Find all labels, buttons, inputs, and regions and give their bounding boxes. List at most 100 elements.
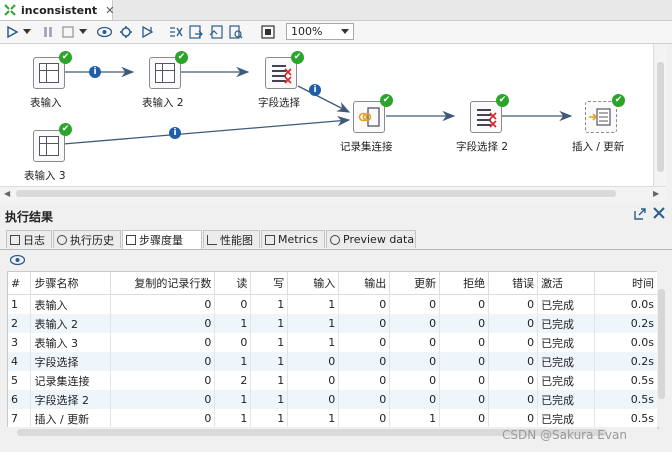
table-vertical-scrollbar[interactable]	[657, 271, 666, 427]
success-check-icon: ✔	[496, 94, 509, 107]
info-icon[interactable]: i	[309, 84, 321, 96]
table-cell: 0	[389, 314, 441, 333]
table-cell: 0	[338, 314, 391, 333]
column-header[interactable]: 更新	[389, 272, 441, 295]
column-header[interactable]: 错误	[488, 272, 539, 295]
table-row[interactable]: 5 记录集连接 0 2 1 0 0 0 0 0 已完成 0.5s	[8, 371, 658, 390]
tab-preview-data[interactable]: Preview data	[326, 230, 416, 248]
table-input-icon	[39, 136, 59, 156]
scroll-thumb[interactable]	[658, 289, 665, 399]
table-cell: 0.0s	[594, 294, 658, 314]
table-cell: 记录集连接	[30, 371, 112, 390]
success-check-icon: ✔	[59, 51, 72, 64]
canvas-horizontal-scrollbar[interactable]: ◀ ▶	[0, 186, 666, 201]
step-metrics-table: # 步骤名称 复制的记录行数 读 写 输入 输出 更新 拒绝 错误 激活 时间 …	[7, 271, 659, 429]
table-cell: 0.5s	[594, 409, 658, 428]
sql-icon[interactable]	[208, 24, 224, 40]
close-panel-icon[interactable]	[652, 206, 666, 224]
column-header[interactable]: 步骤名称	[30, 272, 112, 295]
step-table-input-3[interactable]	[33, 130, 65, 162]
step-select-values-2[interactable]	[470, 101, 502, 133]
results-title: 执行结果	[5, 210, 54, 224]
table-cell: 1	[250, 409, 289, 428]
stop-icon[interactable]	[60, 24, 76, 40]
close-tab-icon[interactable]: ✕	[105, 4, 114, 17]
table-row[interactable]: 2 表输入 2 0 1 1 1 0 0 0 0 已完成 0.2s	[8, 314, 658, 333]
table-cell: 0	[287, 371, 340, 390]
table-row[interactable]: 7 插入 / 更新 0 1 1 1 0 1 0 0 已完成 0.5s	[8, 409, 658, 428]
scroll-left-icon[interactable]: ◀	[4, 189, 10, 198]
verify-icon[interactable]	[168, 24, 184, 40]
column-header[interactable]: 写	[250, 272, 289, 295]
table-cell: 0	[488, 390, 539, 409]
info-icon[interactable]: i	[169, 127, 181, 139]
debug-icon[interactable]	[118, 24, 134, 40]
table-cell: 0	[389, 371, 441, 390]
scroll-right-icon[interactable]: ▶	[653, 189, 659, 198]
column-header[interactable]: #	[8, 272, 32, 295]
table-row[interactable]: 1 表输入 0 0 1 1 0 0 0 0 已完成 0.0s	[8, 294, 658, 314]
tab-log[interactable]: 日志	[6, 230, 52, 248]
table-cell: 2	[8, 314, 32, 333]
replay-icon[interactable]	[140, 24, 156, 40]
hop-4	[62, 115, 351, 145]
table-cell: 0	[110, 333, 216, 352]
column-header[interactable]: 拒绝	[439, 272, 490, 295]
table-cell: 插入 / 更新	[30, 409, 112, 428]
canvas-vertical-scrollbar[interactable]	[653, 44, 667, 186]
table-cell: 表输入 3	[30, 333, 112, 352]
table-cell: 0	[214, 333, 252, 352]
maximize-icon[interactable]	[633, 207, 647, 225]
table-cell: 0	[389, 390, 441, 409]
table-row[interactable]: 3 表输入 3 0 0 1 1 0 0 0 0 已完成 0.0s	[8, 333, 658, 352]
table-cell: 已完成	[537, 352, 596, 371]
zoom-select[interactable]: 100%	[286, 23, 354, 40]
tab-step-metrics[interactable]: 步骤度量	[122, 230, 202, 249]
table-cell: 0	[439, 294, 490, 314]
impact-icon[interactable]	[188, 24, 204, 40]
table-row[interactable]: 6 字段选择 2 0 1 1 0 0 0 0 0 已完成 0.5s	[8, 390, 658, 409]
table-cell: 1	[214, 409, 252, 428]
transformation-canvas[interactable]: i i i ✔ 表输入 ✔ 表输入 2 ✔ 字段选择 ✔ 表输入 3 ✔ 记录集…	[0, 44, 653, 186]
table-cell: 0	[488, 371, 539, 390]
table-cell: 1	[214, 314, 252, 333]
tab-performance-graph[interactable]: 性能图	[203, 230, 260, 248]
column-header[interactable]: 时间	[594, 272, 658, 295]
tab-metrics[interactable]: Metrics	[261, 230, 325, 248]
column-header[interactable]: 复制的记录行数	[110, 272, 216, 295]
scroll-thumb[interactable]	[16, 190, 616, 197]
stop-dropdown-icon[interactable]	[78, 24, 88, 40]
select-values-icon	[477, 109, 497, 128]
show-only-active-icon[interactable]	[9, 254, 26, 269]
tab-execution-history[interactable]: 执行历史	[53, 230, 121, 248]
pause-icon[interactable]	[40, 24, 56, 40]
run-dropdown-icon[interactable]	[22, 24, 32, 40]
table-cell: 1	[250, 352, 289, 371]
table-cell: 4	[8, 352, 32, 371]
table-cell: 0	[338, 333, 391, 352]
info-icon[interactable]: i	[89, 66, 101, 78]
column-header[interactable]: 输入	[287, 272, 340, 295]
tab-label: 执行历史	[70, 233, 114, 247]
step-merge-join[interactable]	[353, 101, 385, 133]
run-icon[interactable]	[4, 24, 20, 40]
preview-eye-icon	[330, 234, 340, 245]
scroll-thumb[interactable]	[657, 62, 664, 172]
column-header[interactable]: 激活	[537, 272, 596, 295]
column-header[interactable]: 输出	[338, 272, 391, 295]
column-header[interactable]: 读	[214, 272, 252, 295]
preview-icon[interactable]	[96, 24, 112, 40]
table-cell: 6	[8, 390, 32, 409]
table-cell: 1	[8, 294, 32, 314]
table-cell: 1	[287, 314, 340, 333]
table-cell: 0	[488, 352, 539, 371]
table-cell: 1	[214, 352, 252, 371]
editor-tab-inconsistent[interactable]: inconsistent ✕	[0, 0, 114, 20]
table-cell: 0	[439, 371, 490, 390]
table-cell: 字段选择	[30, 352, 112, 371]
table-row[interactable]: 4 字段选择 0 1 1 0 0 0 0 0 已完成 0.2s	[8, 352, 658, 371]
step-insert-update[interactable]	[585, 101, 617, 133]
table-cell: 0.5s	[594, 371, 658, 390]
fit-to-screen-icon[interactable]	[260, 24, 276, 40]
explore-db-icon[interactable]	[228, 24, 244, 40]
